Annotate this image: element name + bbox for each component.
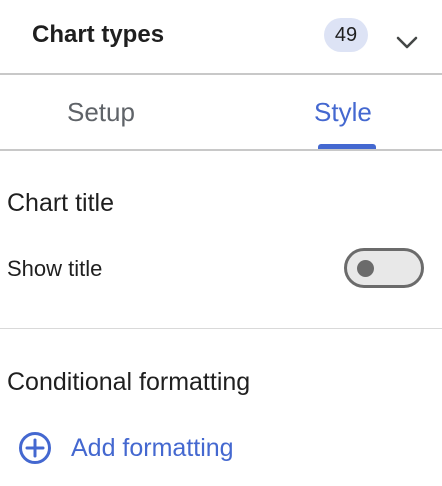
chevron-down-icon[interactable] (392, 28, 422, 58)
tab-style[interactable]: Style (314, 97, 372, 128)
chart-types-header[interactable]: Chart types 49 (0, 0, 442, 75)
chart-types-title: Chart types (32, 21, 165, 48)
tab-bar: Setup Style (0, 75, 442, 151)
show-title-label: Show title (7, 256, 103, 281)
conditional-formatting-heading: Conditional formatting (7, 368, 251, 396)
chart-title-section-heading: Chart title (7, 189, 114, 217)
toggle-knob (357, 260, 374, 277)
add-formatting-label: Add formatting (71, 433, 234, 462)
section-divider (0, 328, 442, 329)
add-formatting-button[interactable]: Add formatting (18, 428, 234, 468)
active-tab-indicator (318, 144, 376, 149)
chart-types-count-badge: 49 (324, 18, 368, 52)
add-circle-icon (19, 432, 51, 464)
tab-setup[interactable]: Setup (67, 97, 135, 128)
show-title-toggle[interactable] (344, 248, 424, 288)
